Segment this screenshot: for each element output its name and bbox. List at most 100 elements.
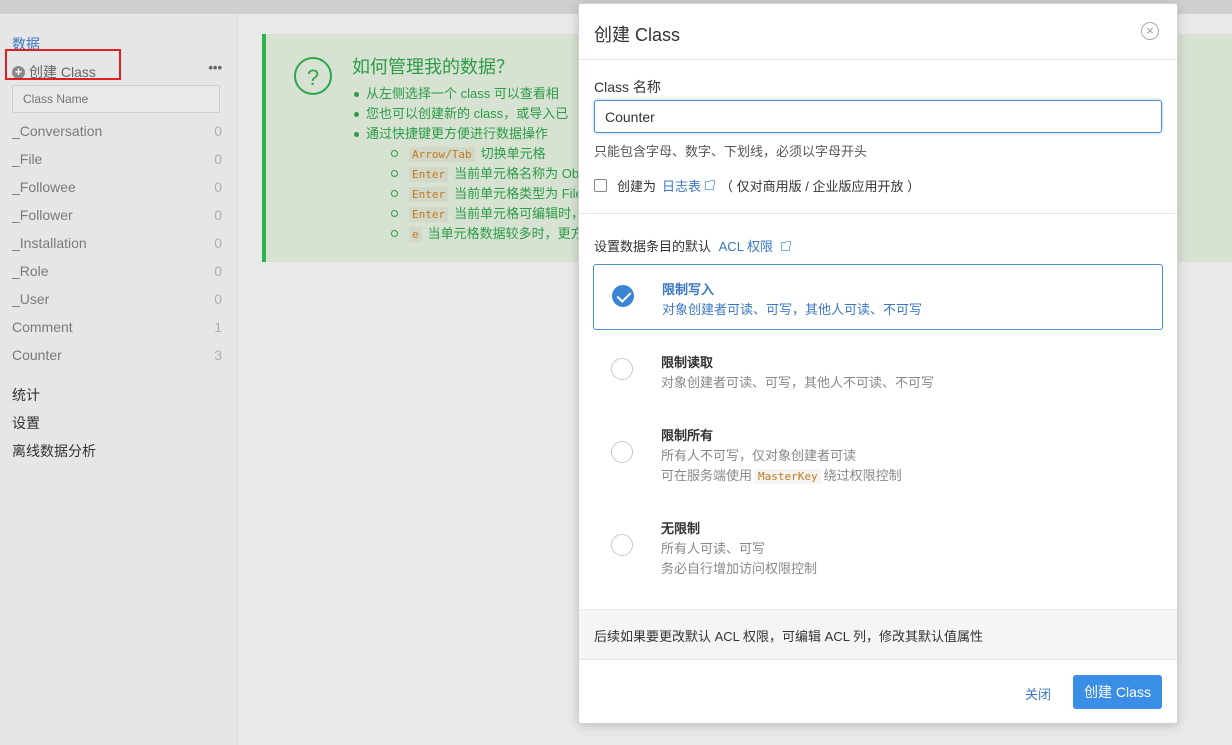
class-count: 0 bbox=[214, 263, 222, 279]
acl-option-restrict-write[interactable]: 限制写入 对象创建者可读、可写，其他人可读、不可写 bbox=[593, 264, 1163, 330]
help-list: 从左侧选择一个 class 可以查看相 您也可以创建新的 class，或导入已 … bbox=[352, 84, 568, 144]
class-item[interactable]: Counter 3 bbox=[12, 341, 222, 369]
divider bbox=[579, 213, 1177, 214]
shortcut-desc: 当前单元格名称为 Obje bbox=[454, 166, 590, 181]
help-title: 如何管理我的数据？ bbox=[352, 57, 514, 77]
log-prefix: 创建为 bbox=[617, 179, 657, 194]
class-name-input[interactable] bbox=[594, 100, 1162, 133]
class-item[interactable]: _User 0 bbox=[12, 285, 222, 313]
modal-footer: 关闭 创建 Class bbox=[579, 659, 1177, 724]
acl-link[interactable]: ACL 权限 bbox=[719, 239, 773, 254]
class-count: 3 bbox=[214, 347, 222, 363]
class-count: 0 bbox=[214, 291, 222, 307]
option-desc-prefix: 可在服务端使用 bbox=[661, 468, 753, 483]
help-item: 从左侧选择一个 class 可以查看相 bbox=[352, 84, 568, 104]
acl-footnote: 后续如果要更改默认 ACL 权限，可编辑 ACL 列，修改其默认值属性 bbox=[579, 609, 1177, 660]
class-item[interactable]: _Installation 0 bbox=[12, 229, 222, 257]
class-name: Counter bbox=[12, 347, 62, 363]
class-item[interactable]: _File 0 bbox=[12, 145, 222, 173]
class-name: _Installation bbox=[12, 235, 87, 251]
shortcut-item: Enter 当前单元格名称为 Obje bbox=[390, 164, 597, 184]
class-count: 0 bbox=[214, 151, 222, 167]
class-item[interactable]: _Conversation 0 bbox=[12, 117, 222, 145]
option-desc: 所有人可读、可写 bbox=[661, 541, 766, 556]
shortcut-desc: 当前单元格类型为 File bbox=[454, 186, 583, 201]
acl-option-unrestricted[interactable]: 无限制 所有人可读、可写 务必自行增加访问权限控制 bbox=[593, 503, 1163, 583]
shortcut-key: e bbox=[409, 227, 422, 242]
radio-icon[interactable] bbox=[611, 534, 633, 556]
log-table-checkbox[interactable] bbox=[594, 179, 607, 192]
question-icon: ? bbox=[294, 57, 332, 95]
class-item[interactable]: _Follower 0 bbox=[12, 201, 222, 229]
log-suffix: （ 仅对商用版 / 企业版应用开放 ） bbox=[720, 179, 921, 194]
option-desc: 对象创建者可读、可写，其他人不可读、不可写 bbox=[661, 375, 935, 390]
option-desc: 所有人不可写，仅对象创建者可读 bbox=[661, 448, 857, 463]
log-table-link[interactable]: 日志表 bbox=[662, 176, 701, 195]
help-item: 您也可以创建新的 class，或导入已 bbox=[352, 104, 568, 124]
log-table-row: 创建为 日志表 （ 仅对商用版 / 企业版应用开放 ） bbox=[594, 176, 920, 195]
highlight-box bbox=[5, 49, 121, 80]
class-item[interactable]: _Followee 0 bbox=[12, 173, 222, 201]
shortcut-desc: 当前单元格可编辑时， bbox=[454, 206, 585, 221]
shortcut-desc: 切换单元格 bbox=[480, 146, 546, 161]
sidebar-nav: 统计 设置 离线数据分析 bbox=[12, 381, 96, 465]
shortcut-key: Enter bbox=[409, 187, 449, 202]
class-count: 0 bbox=[214, 123, 222, 139]
class-list: _Conversation 0 _File 0 _Followee 0 _Follow… bbox=[12, 117, 222, 369]
external-link-icon bbox=[705, 180, 716, 190]
option-desc: 对象创建者可读、可写，其他人可读、不可写 bbox=[662, 302, 923, 317]
shortcut-desc: 当单元格数据较多时，更方便 bbox=[427, 226, 597, 241]
radio-icon[interactable] bbox=[611, 441, 633, 463]
class-name: Comment bbox=[12, 319, 73, 335]
class-search-input[interactable] bbox=[12, 85, 220, 113]
option-title: 无限制 bbox=[661, 521, 701, 536]
shortcut-item: Enter 当前单元格可编辑时， bbox=[390, 204, 597, 224]
nav-stats[interactable]: 统计 bbox=[12, 381, 96, 409]
create-class-button[interactable]: 创建 Class bbox=[1073, 675, 1162, 709]
class-count: 0 bbox=[214, 207, 222, 223]
class-name-label: Class 名称 bbox=[594, 79, 661, 95]
help-item: 通过快捷键更方便进行数据操作 bbox=[352, 124, 568, 144]
class-count: 1 bbox=[214, 319, 222, 335]
class-name: _Followee bbox=[12, 179, 76, 195]
option-title: 限制写入 bbox=[662, 282, 715, 297]
acl-option-restrict-read[interactable]: 限制读取 对象创建者可读、可写，其他人不可读、不可写 bbox=[593, 337, 1163, 403]
external-link-icon bbox=[780, 241, 791, 251]
acl-footnote-text: 后续如果要更改默认 ACL 权限，可编辑 ACL 列，修改其默认值属性 bbox=[594, 629, 984, 644]
radio-icon[interactable] bbox=[611, 358, 633, 380]
shortcut-item: Enter 当前单元格类型为 File bbox=[390, 184, 597, 204]
radio-checked-icon[interactable] bbox=[612, 285, 634, 307]
close-icon[interactable]: × bbox=[1141, 22, 1159, 40]
shortcut-key: Enter bbox=[409, 207, 449, 222]
shortcut-list: Arrow/Tab 切换单元格 Enter 当前单元格名称为 Obje Enter 当… bbox=[390, 144, 597, 244]
sidebar: 数据 + 创建 Class ••• _Conversation0 _File0 … bbox=[0, 14, 238, 745]
nav-settings[interactable]: 设置 bbox=[12, 409, 96, 437]
modal-header: 创建 Class × bbox=[579, 4, 1177, 60]
shortcut-item: e 当单元格数据较多时，更方便 bbox=[390, 224, 597, 244]
option-desc-2: 可在服务端使用 MasterKey 绕过权限控制 bbox=[661, 465, 902, 484]
close-button[interactable]: 关闭 bbox=[1025, 684, 1051, 703]
option-title: 限制读取 bbox=[661, 355, 714, 370]
class-name: _Role bbox=[12, 263, 49, 279]
shortcut-item: Arrow/Tab 切换单元格 bbox=[390, 144, 597, 164]
more-icon[interactable]: ••• bbox=[208, 60, 222, 75]
class-item[interactable]: _Role 0 bbox=[12, 257, 222, 285]
option-title: 限制所有 bbox=[661, 428, 714, 443]
option-desc-suffix: 绕过权限控制 bbox=[823, 468, 902, 483]
nav-offline-analysis[interactable]: 离线数据分析 bbox=[12, 437, 96, 465]
acl-option-restrict-all[interactable]: 限制所有 所有人不可写，仅对象创建者可读 可在服务端使用 MasterKey 绕过权… bbox=[593, 410, 1163, 490]
shortcut-key: Enter bbox=[409, 167, 449, 182]
class-count: 0 bbox=[214, 179, 222, 195]
acl-heading: 设置数据条目的默认 ACL 权限 bbox=[594, 236, 796, 255]
class-count: 0 bbox=[214, 235, 222, 251]
class-name: _Follower bbox=[12, 207, 73, 223]
acl-heading-text: 设置数据条目的默认 bbox=[594, 239, 712, 254]
modal-title: 创建 Class bbox=[594, 25, 681, 45]
masterkey-code: MasterKey bbox=[755, 469, 821, 484]
option-desc-2: 务必自行增加访问权限控制 bbox=[661, 561, 818, 576]
create-class-modal: 创建 Class × Class 名称 只能包含字母、数字、下划线，必须以字母开… bbox=[578, 3, 1178, 724]
shortcut-key: Arrow/Tab bbox=[409, 147, 475, 162]
class-name: _User bbox=[12, 291, 50, 307]
class-item[interactable]: Comment 1 bbox=[12, 313, 222, 341]
class-name: _File bbox=[12, 151, 43, 167]
